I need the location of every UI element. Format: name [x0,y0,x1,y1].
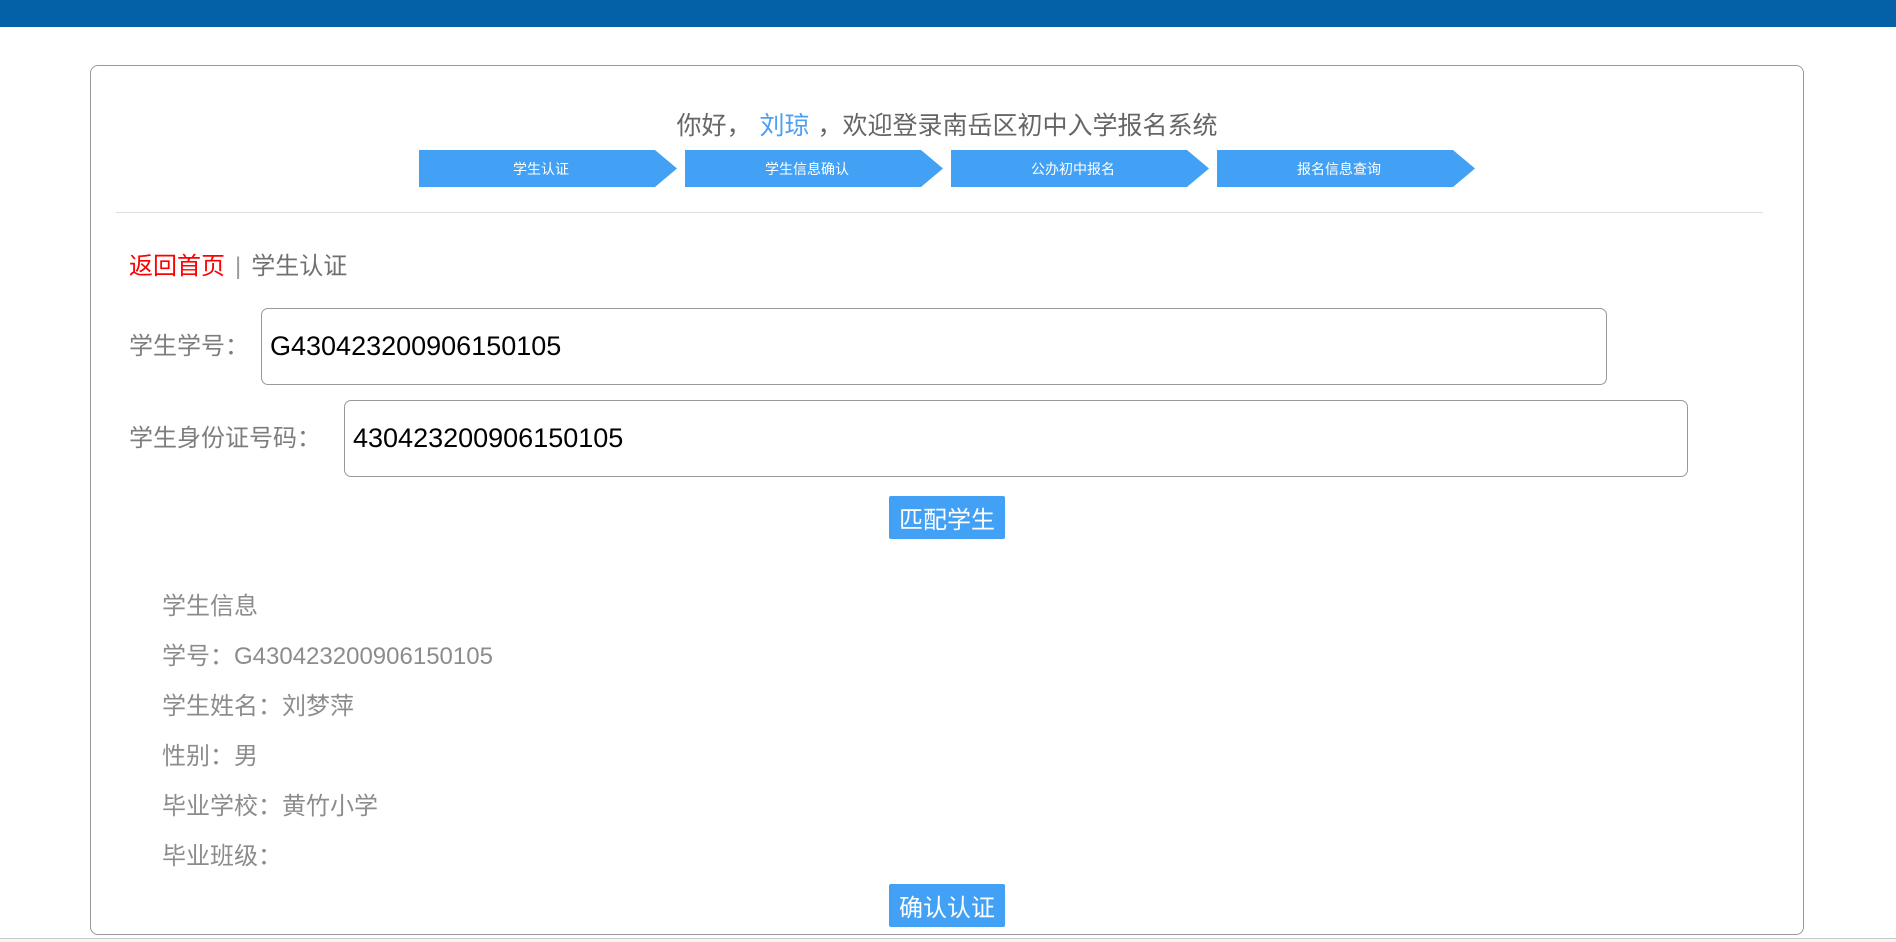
id-card-input[interactable] [344,400,1688,477]
step-label: 学生认证 [513,159,569,179]
match-student-button[interactable]: 匹配学生 [889,496,1005,539]
info-row-student-no: 学号：G430423200906150105 [162,632,493,682]
student-info-panel: 学生信息 学号：G430423200906150105 学生姓名：刘梦萍 性别：… [162,582,493,882]
info-value: 黄竹小学 [282,793,378,820]
footer-strip [0,938,1896,942]
top-blue-bar [0,0,1896,27]
info-value: G430423200906150105 [234,643,493,670]
greeting-suffix: ，欢迎登录南岳区初中入学报名系统 [818,112,1218,140]
id-card-label: 学生身份证号码： [129,400,321,477]
info-value: 刘梦萍 [282,693,354,720]
info-label: 学号： [162,643,234,670]
info-row-graduate-class: 毕业班级： [162,832,493,882]
step-student-auth[interactable]: 学生认证 [419,150,677,187]
student-no-label: 学生学号： [129,308,249,385]
match-button-row: 匹配学生 [91,496,1803,539]
breadcrumb: 返回首页 | 学生认证 [129,246,347,281]
step-label: 学生信息确认 [765,159,849,179]
greeting-line: 你好， 刘琼 ，欢迎登录南岳区初中入学报名系统 [91,106,1803,142]
info-row-student-name: 学生姓名：刘梦萍 [162,682,493,732]
step-registration-query[interactable]: 报名信息查询 [1217,150,1475,187]
greeting-prefix: 你好， [676,112,751,140]
horizontal-divider [116,212,1763,213]
info-row-gender: 性别：男 [162,732,493,782]
step-public-school-apply[interactable]: 公办初中报名 [951,150,1209,187]
info-row-graduate-school: 毕业学校：黄竹小学 [162,782,493,832]
step-label: 报名信息查询 [1297,159,1381,179]
username-link[interactable]: 刘琼 [759,112,809,140]
back-home-link[interactable]: 返回首页 [129,253,225,280]
breadcrumb-separator: | [235,253,241,280]
info-label: 学生姓名： [162,693,282,720]
info-value: 男 [234,743,258,770]
info-label: 性别： [162,743,234,770]
step-label: 公办初中报名 [1031,159,1115,179]
main-card: 你好， 刘琼 ，欢迎登录南岳区初中入学报名系统 学生认证 学生信息确认 公办初中报名… [90,65,1804,935]
confirm-button-row: 确认认证 [91,884,1803,927]
confirm-auth-button[interactable]: 确认认证 [889,884,1005,927]
current-page-title: 学生认证 [251,253,347,280]
student-no-input[interactable] [261,308,1607,385]
info-label: 毕业班级： [162,843,282,870]
step-info-confirm[interactable]: 学生信息确认 [685,150,943,187]
student-info-title: 学生信息 [162,582,493,632]
info-label: 毕业学校： [162,793,282,820]
step-navigation: 学生认证 学生信息确认 公办初中报名 报名信息查询 [91,150,1803,187]
